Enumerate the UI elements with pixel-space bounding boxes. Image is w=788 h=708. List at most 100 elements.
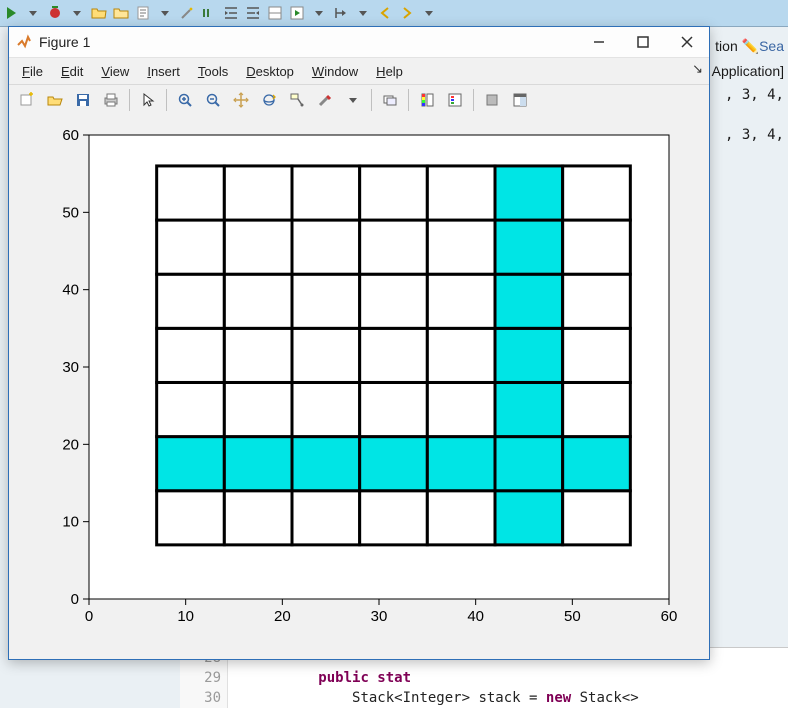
grid-cell [224,328,292,382]
folder-browse-icon[interactable] [112,4,130,22]
menu-insert[interactable]: Insert [138,62,189,81]
grid-cell [292,382,360,436]
legend-icon[interactable] [443,88,467,112]
x-tick-label: 20 [274,608,291,625]
grid-cell [427,437,495,491]
wand-icon[interactable] [178,4,196,22]
dropdown-icon[interactable] [420,4,438,22]
breakpoint-icon[interactable] [46,4,64,22]
x-tick-label: 10 [177,608,194,625]
menu-file[interactable]: File [13,62,52,81]
run-section-icon[interactable] [288,4,306,22]
window-title: Figure 1 [39,34,90,50]
x-tick-label: 60 [661,608,678,625]
grid-cell [360,166,428,220]
matlab-icon [15,33,33,51]
dropdown-icon[interactable] [310,4,328,22]
folder-open-icon[interactable] [90,4,108,22]
y-tick-label: 60 [62,127,79,144]
x-tick-label: 30 [371,608,388,625]
back-icon[interactable] [376,4,394,22]
pan-icon[interactable] [229,88,253,112]
application-label: Application] [712,63,784,79]
open-icon[interactable] [43,88,67,112]
step-icon[interactable] [332,4,350,22]
save-icon[interactable] [71,88,95,112]
grid-cell [292,274,360,328]
y-tick-label: 40 [62,282,79,299]
link-icon[interactable] [378,88,402,112]
script-icon[interactable] [134,4,152,22]
new-figure-icon[interactable] [15,88,39,112]
pointer-icon[interactable] [136,88,160,112]
grid-cell [157,382,225,436]
y-tick-label: 20 [62,436,79,453]
grid-cell [360,382,428,436]
menu-help[interactable]: Help [367,62,412,81]
grid-cell [224,491,292,545]
brush-icon[interactable] [313,88,337,112]
grid-cell [427,491,495,545]
code-line: Stack<Integer> stack = new Stack<> [234,688,788,708]
dropdown-icon[interactable] [68,4,86,22]
dock-icon[interactable] [508,88,532,112]
maximize-button[interactable] [621,27,665,57]
x-tick-label: 50 [564,608,581,625]
rollup-button[interactable]: ↘ [692,61,703,77]
comment-icon[interactable] [200,4,218,22]
grid-cell [157,220,225,274]
grid-cell [563,437,631,491]
outdent-icon[interactable] [244,4,262,22]
menu-tools[interactable]: Tools [189,62,237,81]
forward-icon[interactable] [398,4,416,22]
grid-cell [224,166,292,220]
grid-cell [427,328,495,382]
hide-plot-tools-icon[interactable] [480,88,504,112]
grid-cell [495,491,563,545]
close-button[interactable] [665,27,709,57]
grid-cell [427,166,495,220]
separator [371,89,372,111]
line-number: 29 [180,668,221,688]
rotate3d-icon[interactable] [257,88,281,112]
grid-cell [360,274,428,328]
separator [408,89,409,111]
grid-cell [495,382,563,436]
search-link[interactable]: Sea [759,38,784,54]
grid-cell [224,220,292,274]
code-line: public stat [234,668,788,688]
axes-area[interactable]: 01020304050600102030405060 [9,115,709,659]
grid-cell [563,220,631,274]
datacursor-icon[interactable] [285,88,309,112]
minimize-button[interactable] [577,27,621,57]
grid-cell [360,328,428,382]
code-text: Stack<Integer> stack = [352,690,546,706]
dropdown-icon[interactable] [24,4,42,22]
title-bar[interactable]: Figure 1 [9,27,709,58]
zoom-out-icon[interactable] [201,88,225,112]
menu-desktop[interactable]: Desktop [237,62,303,81]
grid-cell [495,328,563,382]
zoom-in-icon[interactable] [173,88,197,112]
grid-cell [563,328,631,382]
indent-icon[interactable] [222,4,240,22]
separator [473,89,474,111]
menu-view[interactable]: View [92,62,138,81]
dropdown-icon[interactable] [156,4,174,22]
line-number: 30 [180,688,221,708]
grid-cell [495,274,563,328]
colorbar-icon[interactable] [415,88,439,112]
print-icon[interactable] [99,88,123,112]
grid-cell [563,166,631,220]
grid-cell [292,491,360,545]
dropdown-icon[interactable] [341,88,365,112]
menu-edit[interactable]: Edit [52,62,92,81]
run-icon[interactable] [2,4,20,22]
section-icon[interactable] [266,4,284,22]
dropdown-icon[interactable] [354,4,372,22]
menu-window[interactable]: Window [303,62,367,81]
grid-cell [157,491,225,545]
grid-cell [563,491,631,545]
grid-cell [157,166,225,220]
x-tick-label: 0 [85,608,93,625]
